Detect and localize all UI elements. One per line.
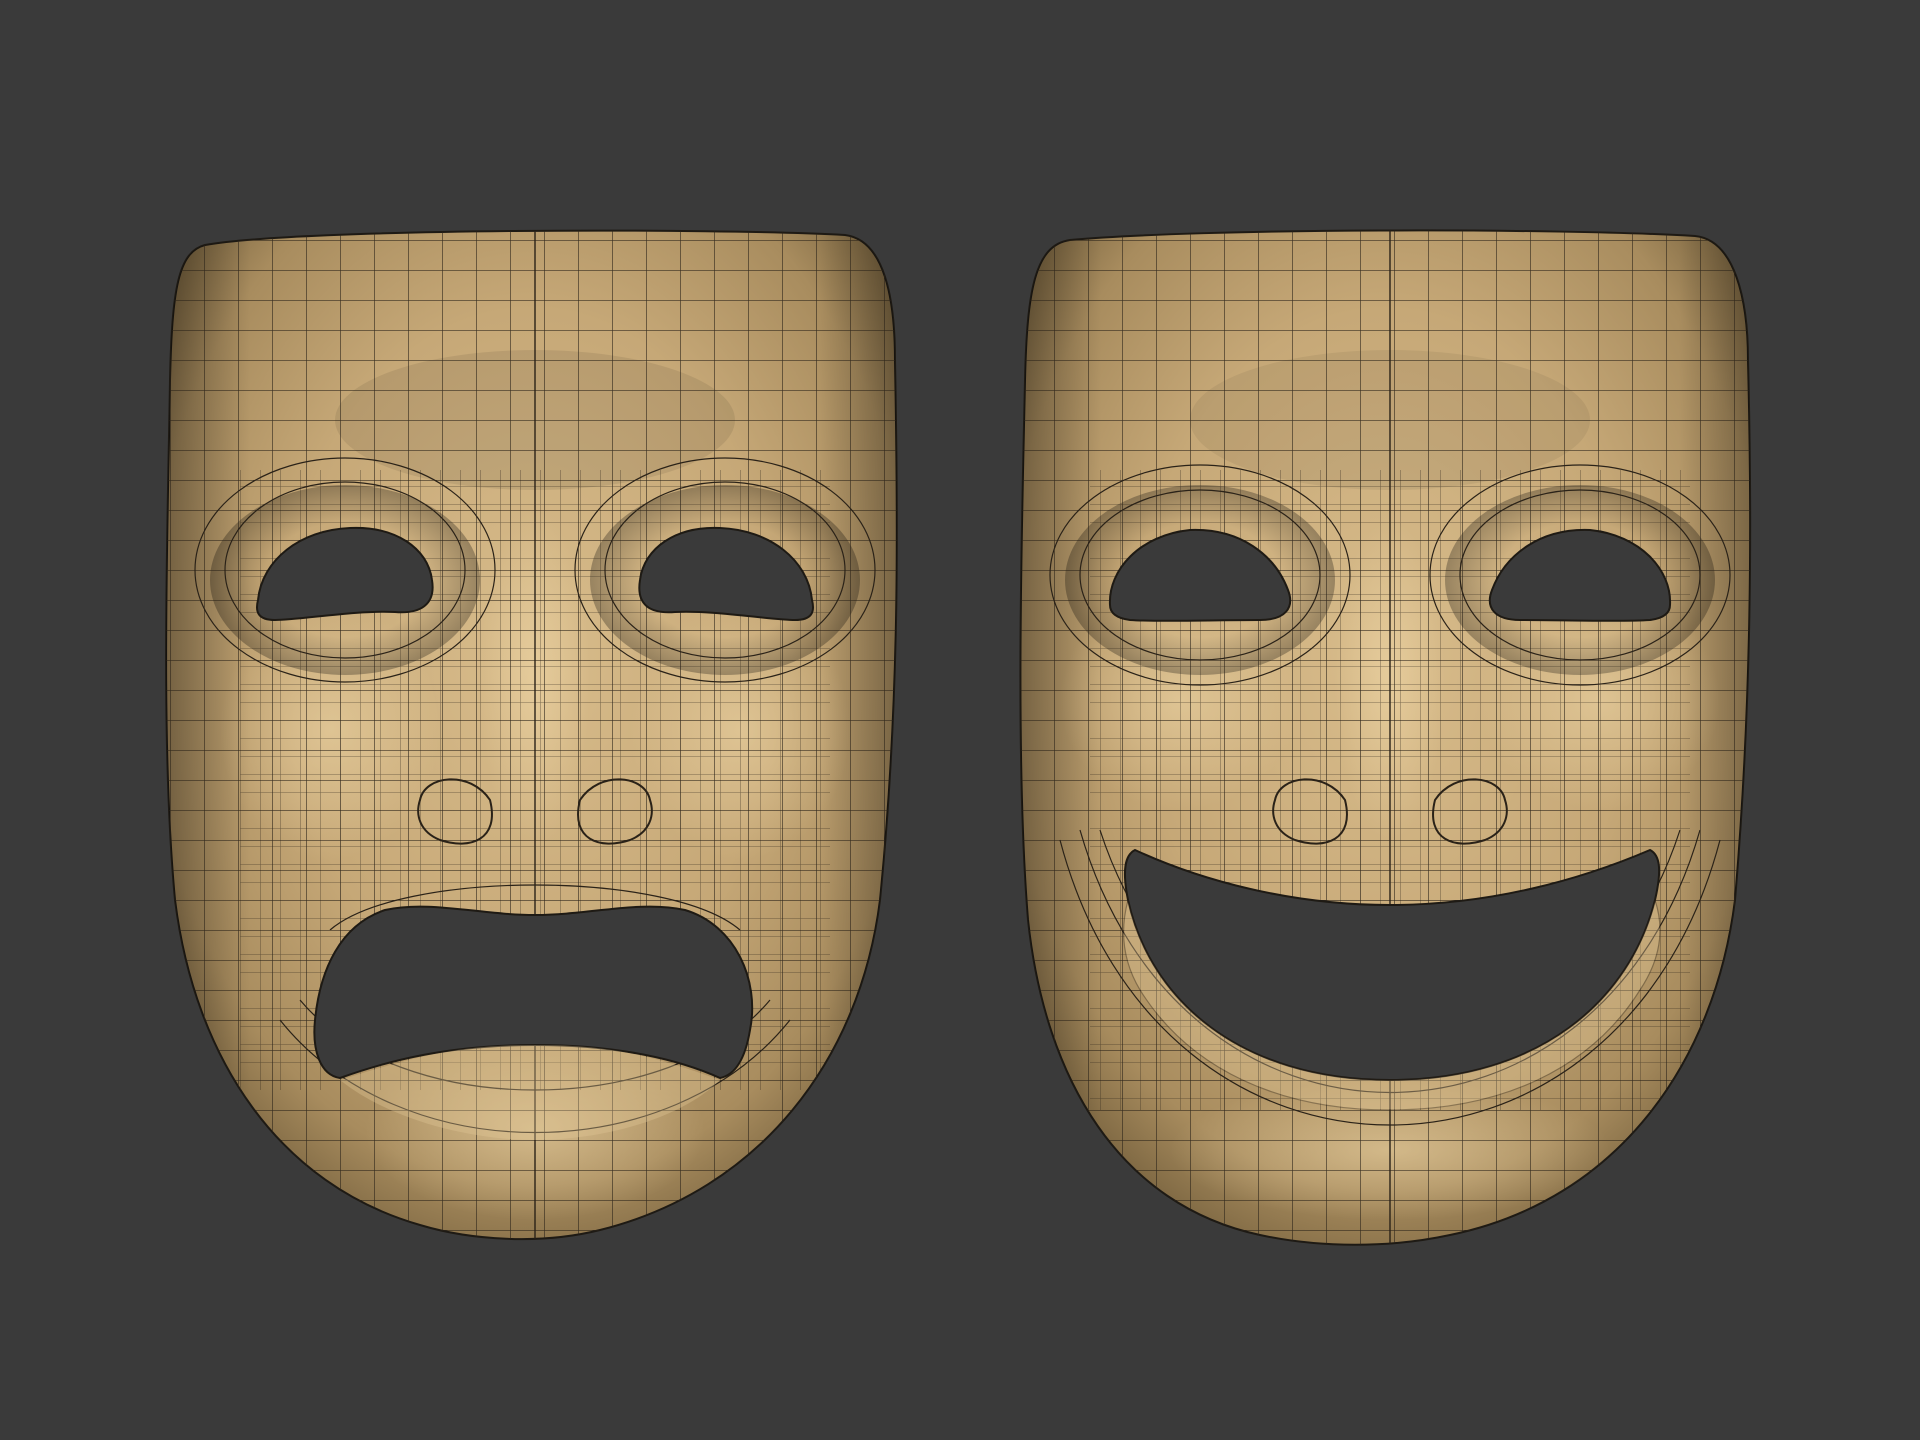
- comedy-mask[interactable]: [1010, 220, 1770, 1260]
- scene-svg: [160, 220, 1770, 1260]
- tragedy-mask[interactable]: [160, 220, 910, 1250]
- viewport-canvas[interactable]: [0, 0, 1920, 1440]
